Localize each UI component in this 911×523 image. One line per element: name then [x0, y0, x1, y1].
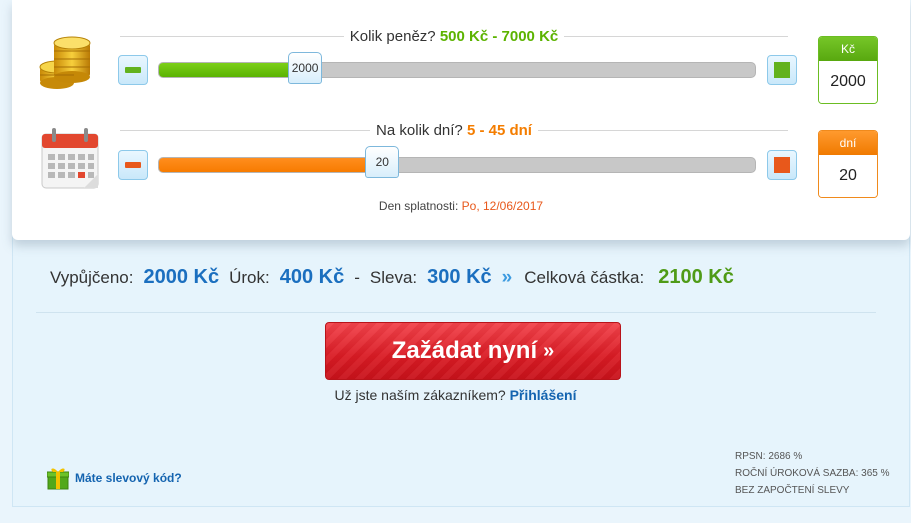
login-link[interactable]: Přihlášení — [510, 387, 577, 403]
amount-decrease-button[interactable] — [118, 55, 148, 85]
days-question: Na kolik dní? — [376, 121, 463, 139]
rates-info: RPSN: 2686 % ROČNÍ ÚROKOVÁ SAZBA: 365 % … — [735, 448, 890, 499]
minus-icon — [125, 162, 141, 168]
discount-value: 300 Kč — [427, 266, 492, 288]
amount-increase-button[interactable] — [767, 55, 797, 85]
loan-summary: Vypůjčeno: 2000 Kč Úrok: 400 Kč - Sleva:… — [50, 266, 744, 289]
days-decrease-button[interactable] — [118, 150, 148, 180]
due-date: Den splatnosti: Po, 12/06/2017 — [12, 199, 910, 213]
amount-range: 500 Kč - 7000 Kč — [439, 27, 559, 45]
days-value-box: dní — [818, 130, 878, 198]
amount-unit: Kč — [819, 37, 877, 61]
promo-code-label: Máte slevový kód? — [75, 471, 182, 485]
due-date-label: Den splatnosti: — [378, 199, 459, 213]
borrowed-value: 2000 Kč — [143, 266, 220, 288]
days-title: Na kolik dní? 5 - 45 dní — [120, 120, 789, 140]
interest-value: 400 Kč — [279, 266, 345, 288]
amount-value-box: Kč — [818, 36, 878, 104]
days-increase-button[interactable] — [767, 150, 797, 180]
calendar-icon — [41, 128, 99, 189]
amount-slider-handle[interactable]: 2000 — [288, 52, 323, 84]
borrowed-label: Vypůjčeno: — [50, 268, 134, 287]
minus-icon — [125, 67, 141, 73]
days-input[interactable] — [819, 155, 877, 197]
days-handle-value: 20 — [375, 155, 389, 169]
divider — [36, 312, 876, 313]
amount-title: Kolik peněz? 500 Kč - 7000 Kč — [120, 26, 788, 46]
amount-question: Kolik peněz? — [349, 27, 436, 45]
gift-icon — [47, 468, 69, 490]
coins-icon — [39, 36, 91, 89]
plus-icon — [774, 62, 790, 78]
amount-slider-track[interactable] — [158, 62, 756, 78]
existing-customer-question: Už jste naším zákazníkem? — [334, 387, 506, 403]
rpsn-text: RPSN: 2686 % — [735, 451, 803, 462]
plus-icon — [774, 157, 790, 173]
promo-code-link[interactable]: Máte slevový kód? — [47, 466, 182, 490]
due-date-value: Po, 12/06/2017 — [461, 199, 544, 213]
days-range: 5 - 45 dní — [466, 121, 532, 139]
apply-now-button[interactable]: Zažádat nyní » — [325, 322, 621, 380]
rate-note-text: BEZ ZAPOČTENÍ SLEVY — [735, 485, 850, 496]
amount-input[interactable] — [819, 61, 877, 103]
minus-sign: - — [354, 268, 360, 287]
interest-label: Úrok: — [229, 268, 270, 287]
days-slider-track[interactable] — [158, 157, 756, 173]
apply-now-label: Zažádat nyní — [391, 337, 538, 364]
double-arrow-icon: » — [501, 267, 513, 288]
days-slider-fill — [159, 158, 383, 172]
login-prompt: Už jste naším zákazníkem? Přihlášení — [0, 387, 911, 403]
amount-slider-fill — [159, 63, 306, 77]
annual-rate-text: ROČNÍ ÚROKOVÁ SAZBA: 365 % — [735, 468, 890, 479]
double-arrow-icon: » — [543, 339, 555, 362]
calculator-card: Kolik peněz? 500 Kč - 7000 Kč 2000 Kč Na… — [12, 0, 910, 240]
days-slider-handle[interactable]: 20 — [365, 146, 400, 178]
days-unit: dní — [819, 131, 877, 155]
total-label: Celková částka: — [524, 268, 645, 287]
amount-handle-value: 2000 — [291, 61, 319, 75]
total-value: 2100 Kč — [658, 266, 734, 288]
discount-label: Sleva: — [369, 268, 418, 287]
